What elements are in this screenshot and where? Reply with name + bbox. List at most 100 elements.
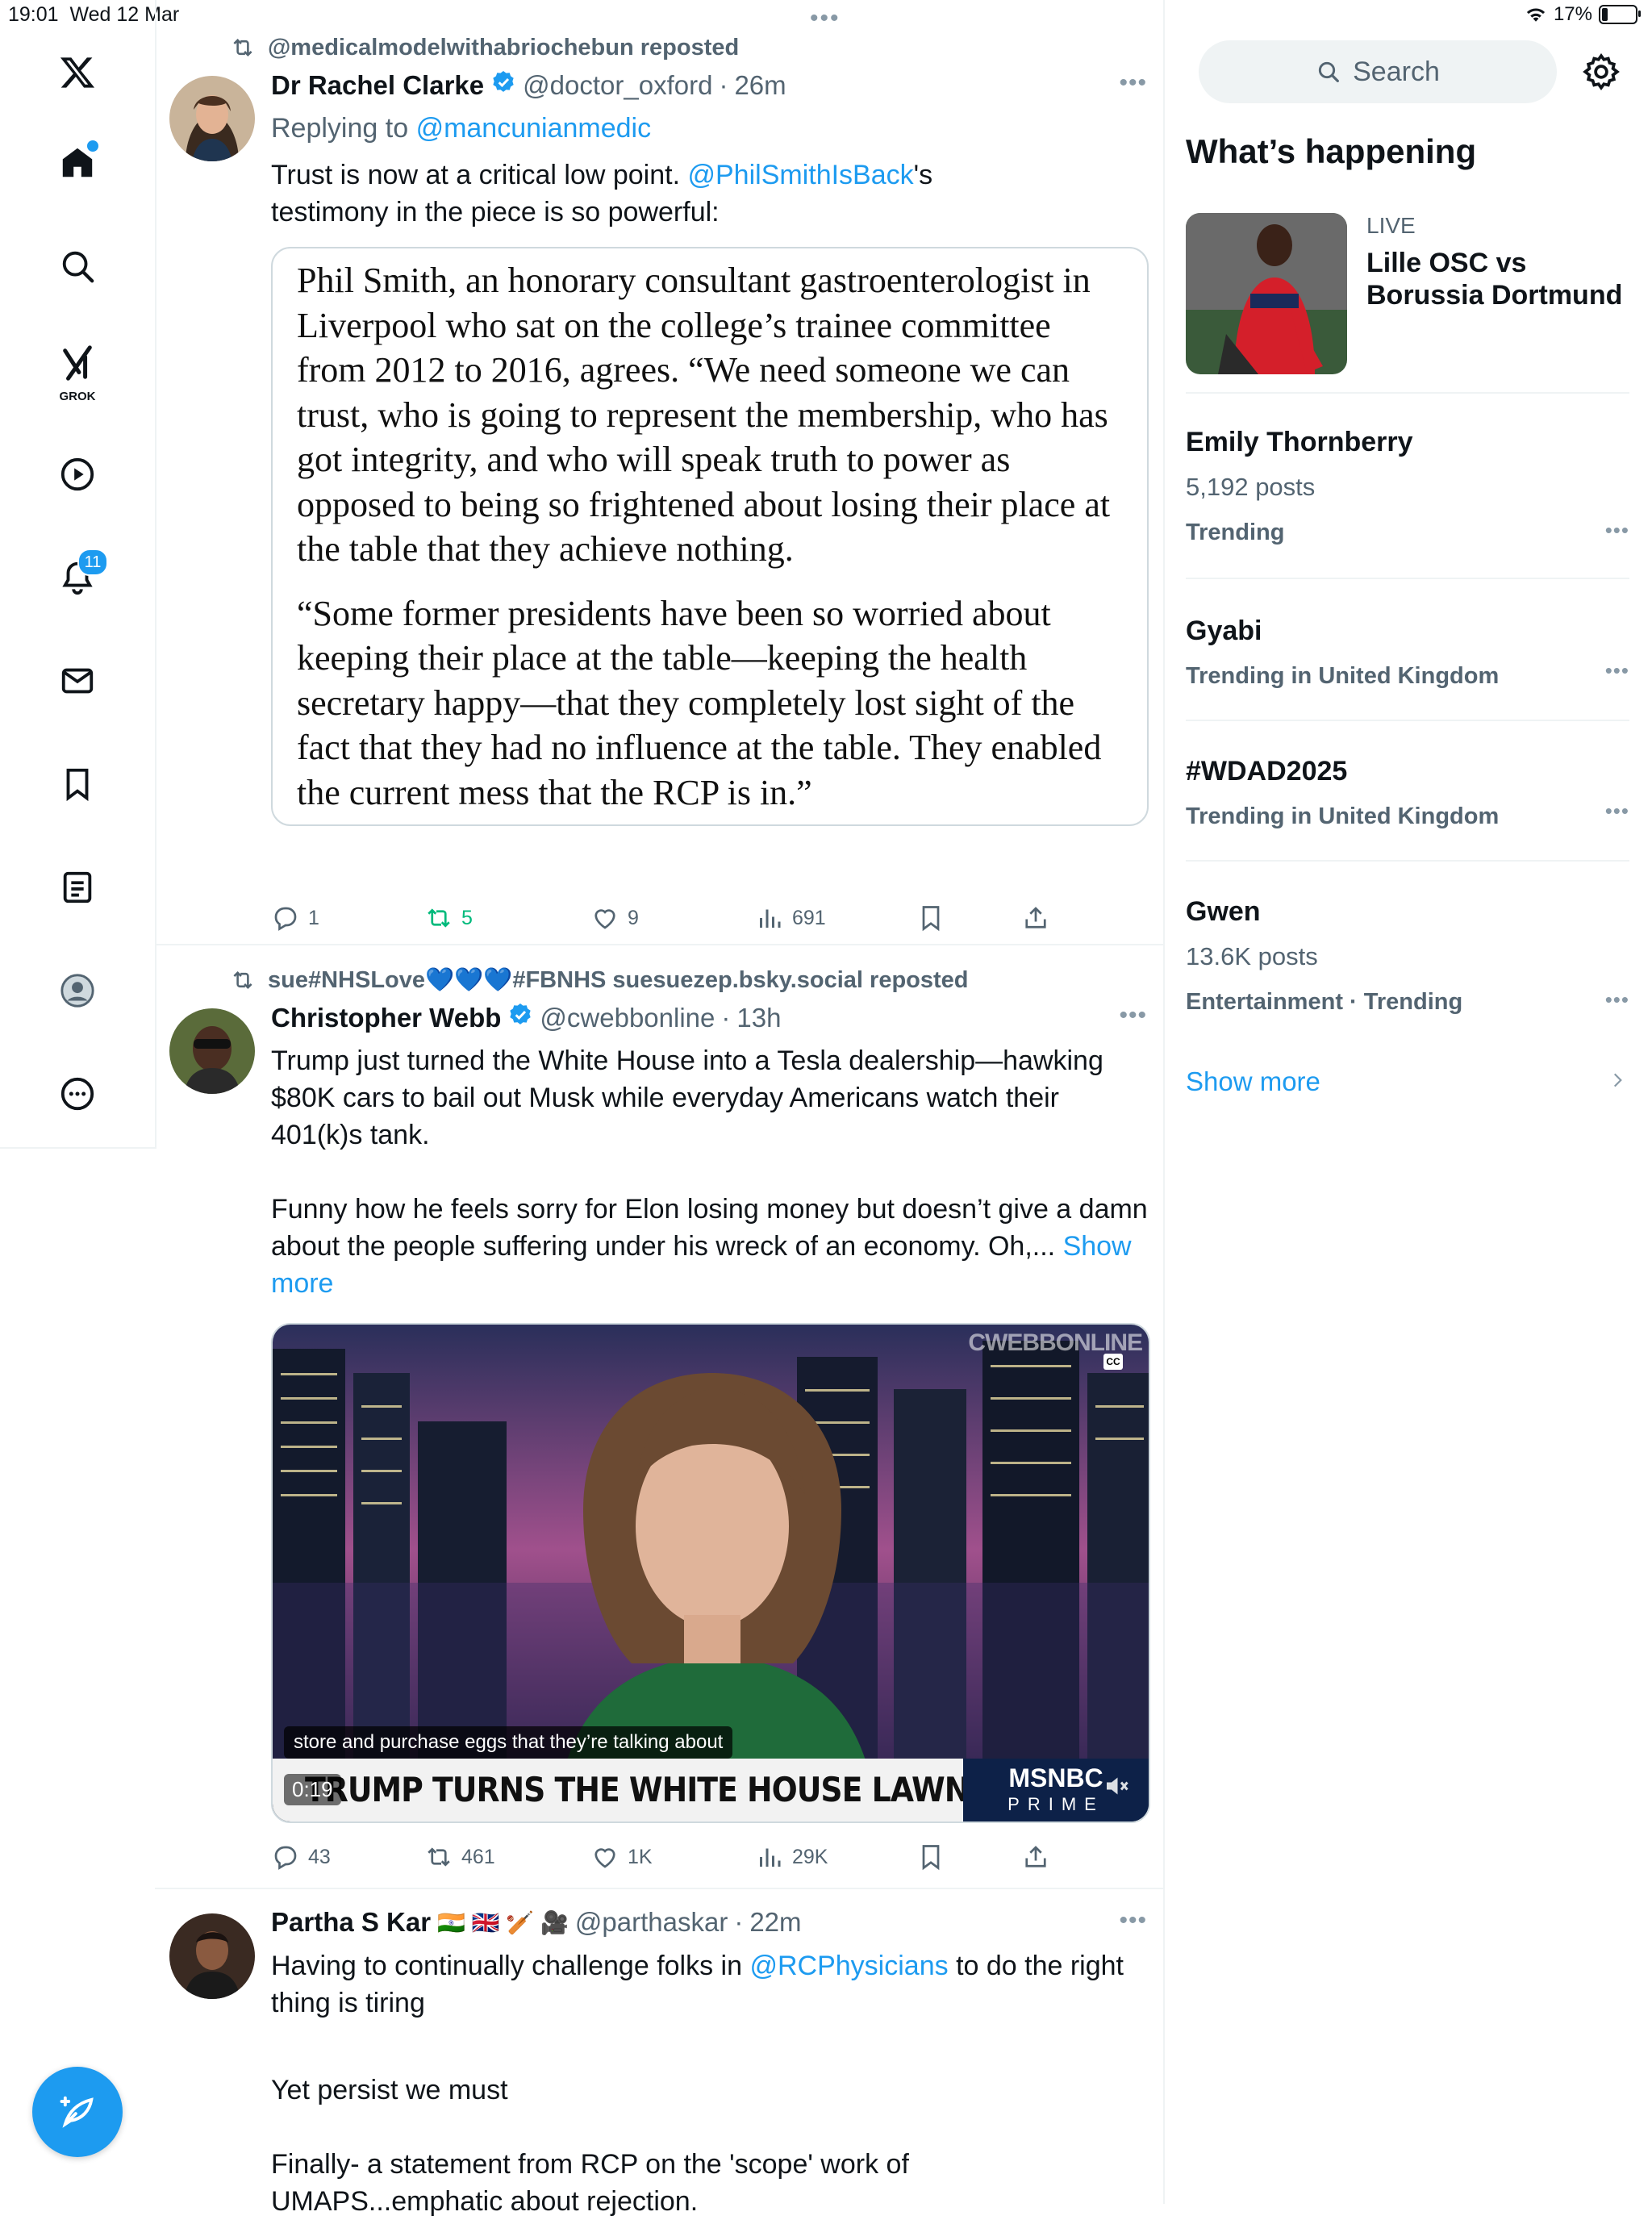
timeline: @medicalmodelwithabriochebun reposted Dr… [155,0,1165,2217]
repost-icon [233,38,252,57]
replying-to: Replying to @mancunianmedic [271,110,1150,147]
home-icon[interactable] [45,131,110,195]
video-player[interactable]: CWEBBONLINE CC store and purchase eggs t… [271,1323,1150,1823]
settings-gear-icon[interactable] [1581,52,1621,92]
profile-avatar-icon[interactable] [45,958,110,1023]
tweet-rachel-clarke[interactable]: @medicalmodelwithabriochebun reposted Dr… [155,31,1163,945]
chevron-right-icon [1613,1073,1622,1087]
tweet-partha-kar[interactable]: Partha S Kar 🇮🇳 🇬🇧 🏏 🎥 @parthaskar · 22m… [155,1888,1163,2217]
trend-more-icon[interactable]: ••• [1605,658,1629,683]
post-time[interactable]: 26m [734,70,786,101]
tweet-text-paragraph-1: Having to continually challenge folks in… [271,1951,1124,2018]
author-name[interactable]: Partha S Kar [271,1907,431,1938]
bookmark-button[interactable] [916,903,945,933]
divider [1186,392,1629,394]
post-time[interactable]: 13h [736,1003,781,1033]
trend-more-icon[interactable]: ••• [1605,799,1629,824]
divider [1186,720,1629,721]
view-count: 691 [792,906,826,929]
divider [1186,860,1629,862]
like-button[interactable]: 1K [590,1842,653,1872]
author-name[interactable]: Christopher Webb [271,1003,501,1033]
tweet-christopher-webb[interactable]: sue#NHSLove💙💙💙#FBNHS suesuezep.bsky.soci… [155,944,1163,1889]
author-handle[interactable]: @doctor_oxford [523,70,712,101]
trend-more-icon[interactable]: ••• [1605,518,1629,543]
reply-button[interactable]: 1 [271,903,319,933]
trend-title: Emily Thornberry [1186,427,1413,457]
quoted-excerpt-card[interactable]: Phil Smith, an honorary consultant gastr… [271,247,1149,826]
reply-count: 1 [308,906,319,929]
share-button[interactable] [1021,903,1050,933]
views-button[interactable]: 29K [755,1842,828,1872]
mute-icon[interactable] [1102,1771,1131,1801]
share-icon [1025,1846,1046,1867]
left-navigation: GROK 11 [0,0,156,1149]
more-options-icon[interactable] [45,1062,110,1126]
closed-captions-icon[interactable]: CC [1103,1354,1123,1370]
replying-to-link[interactable]: @mancunianmedic [416,113,652,144]
separator-dot: · [734,1907,744,1937]
author-handle[interactable]: @cwebbonline [540,1003,715,1033]
feather-compose-icon [60,2096,94,2128]
mention-link[interactable]: @PhilSmithIsBack [687,160,913,190]
messages-mail-icon[interactable] [45,649,110,713]
grok-icon[interactable]: GROK [45,337,110,403]
author-handle[interactable]: @parthaskar [575,1907,728,1938]
verified-badge-icon [507,1002,533,1034]
trend-more-icon[interactable]: ••• [1605,987,1629,1012]
news-headline: TRUMP TURNS THE WHITE HOUSE LAWN INTO A … [273,1759,1149,1821]
views-button[interactable]: 691 [755,903,826,933]
repost-by-text: sue#NHSLove💙💙💙#FBNHS suesuezep.bsky.soci… [268,967,969,993]
tweet-more-options-icon[interactable]: ••• [1119,1002,1147,1029]
tweet-text-paragraph-2: Yet persist we must [271,2075,508,2105]
trend-item[interactable]: Gwen 13.6K posts Entertainment · Trendin… [1186,894,1629,1020]
tweet-actions: 43 461 1K 29K [271,1842,1215,1875]
search-placeholder: Search [1353,56,1440,87]
bookmark-button[interactable] [916,1842,945,1872]
notifications-count-badge: 11 [77,549,108,576]
avatar-rachel-clarke[interactable] [169,76,255,161]
repost-indicator: sue#NHSLove💙💙💙#FBNHS suesuezep.bsky.soci… [229,966,969,994]
trend-item[interactable]: #WDAD2025 Trending in United Kingdom ••• [1186,753,1629,834]
live-event-item[interactable]: LIVE Lille OSC vs Borussia Dortmund [1186,213,1629,374]
trend-context: Trending in United Kingdom [1186,803,1500,829]
section-title: What’s happening [1186,132,1477,170]
trend-item[interactable]: Gyabi Trending in United Kingdom ••• [1186,613,1629,694]
tweet-text-paragraph-1: Trump just turned the White House into a… [271,1045,1103,1150]
post-time[interactable]: 22m [749,1907,801,1938]
compose-post-button[interactable] [32,2067,123,2157]
repost-icon [428,908,450,928]
tweet-header: Partha S Kar 🇮🇳 🇬🇧 🏏 🎥 @parthaskar · 22m [271,1907,802,1938]
search-input[interactable]: Search [1199,40,1557,103]
tweet-more-options-icon[interactable]: ••• [1119,69,1147,97]
live-event-thumbnail [1186,213,1347,374]
bookmarks-icon[interactable] [45,752,110,816]
notifications-bell-icon[interactable]: 11 [45,545,110,610]
mention-link[interactable]: @RCPhysicians [749,1951,948,1981]
repost-icon [428,1847,450,1867]
lists-icon[interactable] [45,855,110,920]
author-name[interactable]: Dr Rachel Clarke [271,70,484,101]
explore-search-icon[interactable] [45,234,110,298]
trend-context: Trending [1186,520,1285,545]
trend-item[interactable]: Emily Thornberry 5,192 posts Trending ••… [1186,424,1629,550]
tweet-actions: 1 5 9 691 [271,903,1215,936]
trend-title: Gwen [1186,896,1261,927]
video-watermark: CWEBBONLINE [968,1329,1143,1356]
like-button[interactable]: 9 [590,903,639,933]
tweet-more-options-icon[interactable]: ••• [1119,1907,1147,1934]
avatar-christopher-webb[interactable] [169,1008,255,1094]
repost-button[interactable]: 461 [424,1842,495,1872]
repost-button[interactable]: 5 [424,903,473,933]
author-name-emoji: 🇮🇳 🇬🇧 🏏 🎥 [437,1909,569,1935]
repost-icon [233,970,252,990]
show-more-trends-link[interactable]: Show more [1186,1066,1320,1097]
video-play-icon[interactable] [45,442,110,507]
tweet-text-paragraph-3: Finally- a statement from RCP on the 'sc… [271,2149,909,2217]
reply-button[interactable]: 43 [271,1842,331,1872]
x-logo-icon[interactable] [45,40,110,105]
share-button[interactable] [1021,1842,1050,1872]
repost-by-text: @medicalmodelwithabriochebun reposted [268,34,740,61]
repost-indicator: @medicalmodelwithabriochebun reposted [229,34,739,61]
avatar-partha-kar[interactable] [169,1913,255,1999]
